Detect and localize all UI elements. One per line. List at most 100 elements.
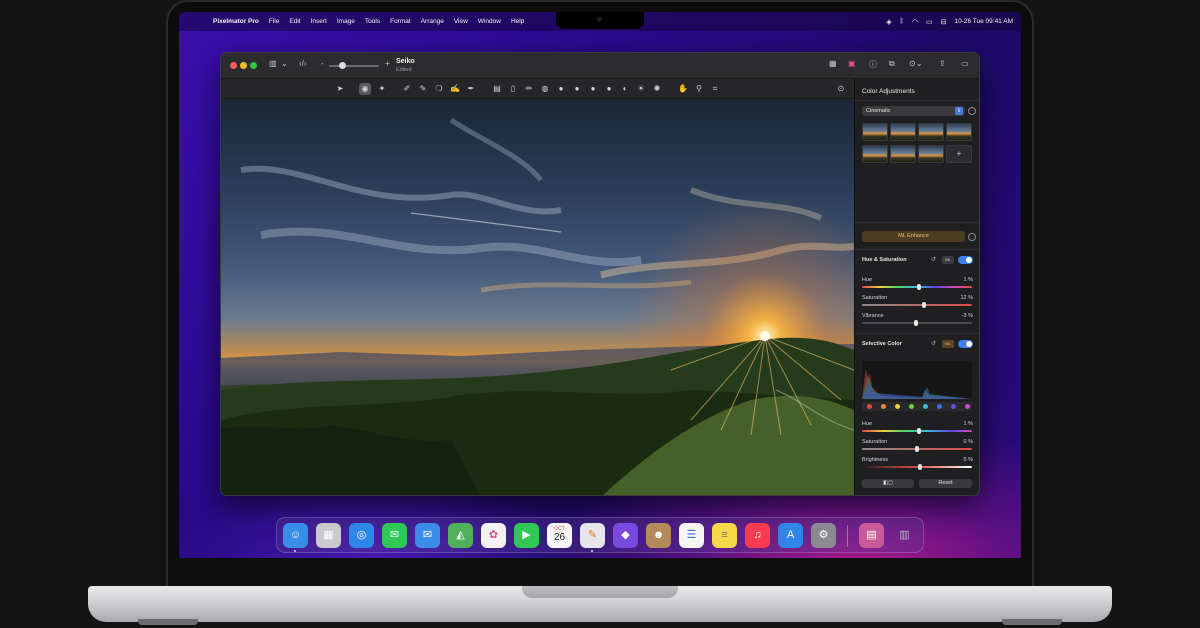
preset-dropdown[interactable]: Cinematic ⇕ <box>862 106 965 116</box>
preset-thumbnail[interactable] <box>946 123 972 141</box>
menu-edit[interactable]: Edit <box>289 18 300 25</box>
dock-finder-icon[interactable]: ☺ <box>283 523 308 548</box>
menu-image[interactable]: Image <box>337 18 355 25</box>
preset-thumbnail[interactable] <box>862 145 888 163</box>
dock-app-store-icon[interactable]: A <box>778 523 803 548</box>
color-adjust-icon[interactable]: ▣ <box>848 59 856 68</box>
menu-arrange[interactable]: Arrange <box>421 18 444 25</box>
battery-icon[interactable]: ▭ <box>926 18 933 26</box>
selective-brightness-slider[interactable] <box>862 466 972 468</box>
dock-mail-icon[interactable]: ✉ <box>415 523 440 548</box>
vibrance-slider-knob[interactable] <box>914 320 918 326</box>
preset-thumbnail[interactable] <box>918 123 944 141</box>
swatch-cyan[interactable] <box>923 404 928 409</box>
chevron-down-icon[interactable]: ⌄ <box>281 59 288 68</box>
zoom-in-icon[interactable]: + <box>385 59 390 68</box>
zoom-slider[interactable] <box>329 65 379 67</box>
swatch-purple[interactable] <box>951 404 956 409</box>
menu-insert[interactable]: Insert <box>311 18 327 25</box>
zoom-slider-knob[interactable] <box>339 62 346 69</box>
selection-tool-icon[interactable]: ❍ <box>433 83 445 95</box>
swatch-red[interactable] <box>867 404 872 409</box>
fill-tool-icon[interactable]: ▯ <box>507 83 519 95</box>
sidebar-toggle-icon[interactable]: ▥ <box>269 59 277 68</box>
slider-value[interactable]: 0 % <box>964 439 973 445</box>
dock-downloads-icon[interactable]: ▤ <box>859 523 884 548</box>
dock-notes-icon[interactable]: ≡ <box>712 523 737 548</box>
photo-canvas[interactable] <box>221 100 854 495</box>
preset-thumbnail[interactable] <box>890 123 916 141</box>
selective-color-title[interactable]: Selective Color <box>862 341 902 347</box>
dock-messages-icon[interactable]: ✉ <box>382 523 407 548</box>
hue-saturation-title[interactable]: Hue & Saturation <box>862 257 907 263</box>
fullscreen-button[interactable] <box>250 62 257 69</box>
burn-tool-icon[interactable]: ● <box>603 83 615 95</box>
preset-more-icon[interactable]: ··· <box>968 107 976 115</box>
light-tool-icon[interactable]: ☀ <box>635 83 647 95</box>
code-brackets-icon[interactable]: ‹/› <box>299 59 307 68</box>
dock-shortcuts-icon[interactable]: ◆ <box>613 523 638 548</box>
style-tool-icon[interactable]: ◉ <box>359 83 371 95</box>
swatch-orange[interactable] <box>881 404 886 409</box>
menu-help[interactable]: Help <box>511 18 524 25</box>
control-center-icon[interactable]: ⊟ <box>941 18 947 26</box>
preset-thumbnail[interactable] <box>862 123 888 141</box>
preset-thumbnail[interactable] <box>918 145 944 163</box>
dock-facetime-icon[interactable]: ▶ <box>514 523 539 548</box>
reset-icon[interactable]: ↺ <box>931 340 936 347</box>
dock-launchpad-icon[interactable]: ▦ <box>316 523 341 548</box>
clock[interactable]: 10-26 Tue 09:41 AM <box>954 18 1013 25</box>
zoom-tool-icon[interactable]: ⚲ <box>693 83 705 95</box>
sparkle-tool-icon[interactable]: ✺ <box>651 83 663 95</box>
menu-view[interactable]: View <box>454 18 468 25</box>
more-icon[interactable]: ⊙⌄ <box>909 59 922 68</box>
color-wheel-icon[interactable]: ◍ <box>539 83 551 95</box>
slider-value[interactable]: 1 % <box>964 421 973 427</box>
retouch-tool-icon[interactable]: ✐ <box>401 83 413 95</box>
paint-tool-icon[interactable]: ✍ <box>449 83 461 95</box>
wifi-icon[interactable]: ◠ <box>912 18 918 26</box>
minimize-button[interactable] <box>240 62 247 69</box>
swatch-magenta[interactable] <box>965 404 970 409</box>
sharpen-tool-icon[interactable]: ● <box>571 83 583 95</box>
selective-color-toggle[interactable] <box>958 340 973 348</box>
grid-icon[interactable]: ▦ <box>829 59 837 68</box>
dock-pixelmator-icon[interactable]: ✎ <box>580 523 605 548</box>
eyedropper-tool-icon[interactable]: ✏ <box>523 83 535 95</box>
reset-button[interactable]: Reset <box>919 479 972 488</box>
dock-contacts-icon[interactable]: ☻ <box>646 523 671 548</box>
saturation-slider-knob[interactable] <box>922 302 926 308</box>
options-icon[interactable]: ⊙ <box>835 83 847 95</box>
add-preset-button[interactable]: + <box>946 145 972 163</box>
preset-thumbnail[interactable] <box>890 145 916 163</box>
ml-badge[interactable]: ML <box>942 256 954 264</box>
pen-tool-icon[interactable]: ✒ <box>465 83 477 95</box>
saturation-slider[interactable] <box>862 304 972 306</box>
effects-tool-icon[interactable]: ✦ <box>376 83 388 95</box>
swatch-yellow[interactable] <box>895 404 900 409</box>
dock-calendar-icon[interactable]: OCT 26 <box>547 523 572 548</box>
bluetooth-icon[interactable]: ᛒ <box>900 18 904 25</box>
dock-photos-icon[interactable]: ✿ <box>481 523 506 548</box>
arrange-icon[interactable]: ⧉ <box>889 59 895 69</box>
close-button[interactable] <box>230 62 237 69</box>
slider-value[interactable]: 12 % <box>960 295 973 301</box>
swatch-green[interactable] <box>909 404 914 409</box>
dock-trash-icon[interactable]: ▥ <box>892 523 917 548</box>
menu-tools[interactable]: Tools <box>365 18 380 25</box>
dock-reminders-icon[interactable]: ☰ <box>679 523 704 548</box>
brush-tool-icon[interactable]: ✎ <box>417 83 429 95</box>
menu-app-name[interactable]: Pixelmator Pro <box>213 18 259 25</box>
swatch-blue[interactable] <box>937 404 942 409</box>
blur-tool-icon[interactable]: ● <box>555 83 567 95</box>
selective-hue-slider-knob[interactable] <box>917 428 921 434</box>
info-icon[interactable]: ⓘ <box>869 59 877 70</box>
ml-badge[interactable]: ML <box>942 340 954 348</box>
ml-enhance-button[interactable]: ML Enhance <box>862 231 965 242</box>
crop-tool-icon[interactable]: ⌗ <box>709 83 721 95</box>
zoom-out-icon[interactable]: - <box>321 59 324 68</box>
ml-enhance-more-icon[interactable]: ··· <box>968 233 976 241</box>
menu-window[interactable]: Window <box>478 18 501 25</box>
hue-saturation-toggle[interactable] <box>958 256 973 264</box>
slider-value[interactable]: 5 % <box>964 457 973 463</box>
